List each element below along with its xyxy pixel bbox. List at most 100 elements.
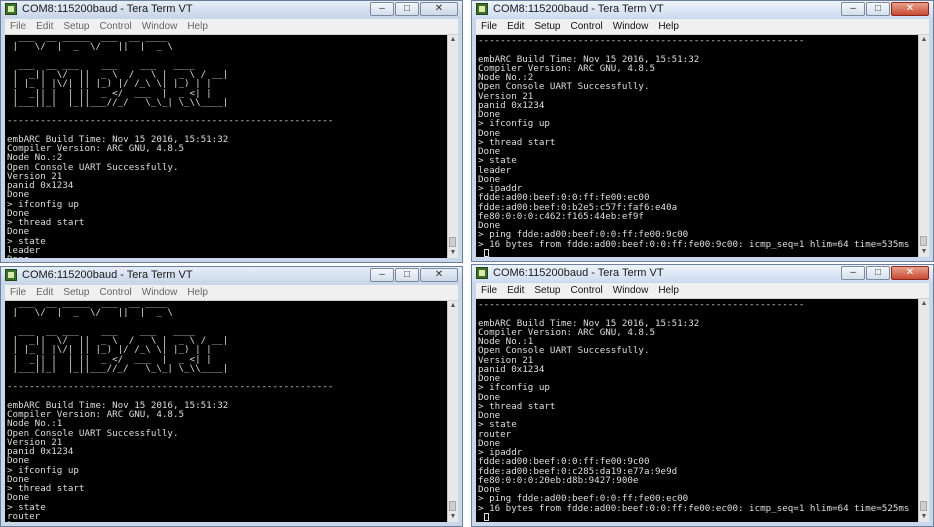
vertical-scrollbar[interactable]: ▲ ▼ (918, 35, 929, 257)
window-title: COM8:115200baud - Tera Term VT (493, 3, 664, 15)
window-titlebar[interactable]: COM8:115200baud - Tera Term VT – □ ✕ (472, 1, 933, 18)
menu-window[interactable]: Window (608, 283, 654, 298)
menu-file[interactable]: File (476, 283, 502, 298)
terminal-window-com8-right[interactable]: COM8:115200baud - Tera Term VT – □ ✕ Fil… (471, 0, 934, 262)
terminal-line: | \/ | _ \/ || | _ \ (7, 41, 173, 53)
maximize-icon[interactable]: □ (395, 268, 419, 282)
close-icon[interactable]: ✕ (420, 268, 458, 282)
terminal-line: router (7, 510, 41, 522)
menu-file[interactable]: File (5, 19, 31, 34)
scroll-down-icon[interactable]: ▼ (919, 247, 929, 257)
terminal-line: panid 0x1234 (478, 363, 545, 375)
menu-window[interactable]: Window (608, 19, 654, 34)
menu-help[interactable]: Help (653, 283, 684, 298)
terminal-line: Version 21 (7, 170, 63, 182)
terminal-line: > thread start (7, 217, 85, 228)
scroll-up-icon[interactable]: ▲ (448, 35, 458, 45)
window-controls: – □ ✕ (369, 2, 458, 17)
terminal-window-com8-left[interactable]: COM8:115200baud - Tera Term VT – □ ✕ Fil… (0, 0, 463, 263)
terminal-line: ----------------------------------------… (478, 299, 805, 310)
menu-edit[interactable]: Edit (502, 283, 529, 298)
terminal-line: > 16 bytes from fdde:ad00:beef:0:0:ff:fe… (478, 502, 910, 514)
close-icon[interactable]: ✕ (420, 2, 458, 16)
terminal-line: > state (7, 501, 46, 513)
scroll-thumb[interactable] (920, 501, 927, 511)
maximize-icon[interactable]: □ (866, 266, 890, 280)
window-title: COM6:115200baud - Tera Term VT (493, 267, 664, 279)
terminal-line: panid 0x1234 (478, 99, 545, 111)
terminal-screen[interactable]: ----------------------------------------… (476, 35, 919, 257)
terminal-line: Open Console UART Successfully. (7, 161, 179, 173)
terminal-line (478, 512, 919, 522)
terminal-line: Compiler Version: ARC GNU, 4.8.5 (7, 409, 185, 420)
menu-control[interactable]: Control (566, 283, 608, 298)
maximize-icon[interactable]: □ (866, 2, 890, 16)
menu-file[interactable]: File (476, 19, 502, 34)
terminal-window-com6-left[interactable]: COM6:115200baud - Tera Term VT – □ ✕ Fil… (0, 266, 463, 527)
menu-setup[interactable]: Setup (58, 285, 94, 300)
terminal-line (478, 248, 919, 257)
scroll-thumb[interactable] (449, 501, 456, 511)
teraterm-app-icon (476, 267, 488, 279)
scroll-down-icon[interactable]: ▼ (919, 512, 929, 522)
menu-help[interactable]: Help (653, 19, 684, 34)
minimize-icon[interactable]: – (370, 268, 394, 282)
terminal-output: ----------------------------------------… (476, 36, 919, 257)
scroll-down-icon[interactable]: ▼ (448, 248, 458, 258)
minimize-icon[interactable]: – (841, 266, 865, 280)
terminal-line: | \/ | _ \/ || | _ \ (7, 307, 173, 319)
window-titlebar[interactable]: COM8:115200baud - Tera Term VT – □ ✕ (1, 1, 462, 18)
menu-setup[interactable]: Setup (58, 19, 94, 34)
vertical-scrollbar[interactable]: ▲ ▼ (447, 35, 458, 258)
menu-control[interactable]: Control (95, 19, 137, 34)
terminal-line: > ifconfig up (478, 118, 550, 130)
terminal-line: Done (478, 173, 501, 185)
teraterm-app-icon (5, 3, 17, 15)
window-controls: – □ ✕ (369, 268, 458, 283)
window-titlebar[interactable]: COM6:115200baud - Tera Term VT – □ ✕ (472, 265, 933, 282)
terminal-line: fe80:0:0:0:c462:f165:44eb:ef9f (478, 210, 644, 222)
menu-edit[interactable]: Edit (31, 19, 58, 34)
terminal-line: Done (478, 437, 501, 449)
menu-edit[interactable]: Edit (502, 19, 529, 34)
menu-edit[interactable]: Edit (31, 285, 58, 300)
menu-setup[interactable]: Setup (529, 283, 565, 298)
menu-bar: File Edit Setup Control Window Help (5, 285, 458, 301)
terminal-line: |___||_| |_||___//_/ \_\_| \_\\____| (7, 362, 229, 374)
terminal-line: Open Console UART Successfully. (478, 81, 650, 93)
vertical-scrollbar[interactable]: ▲ ▼ (447, 301, 458, 522)
terminal-line: ----------------------------------------… (7, 381, 334, 393)
scroll-thumb[interactable] (449, 237, 456, 247)
terminal-output: ___ __ _____ ___ __ ____ | \/ | _ \/ || … (5, 35, 448, 258)
maximize-icon[interactable]: □ (395, 2, 419, 16)
text-cursor-icon (483, 512, 489, 521)
scroll-down-icon[interactable]: ▼ (448, 512, 458, 522)
menu-control[interactable]: Control (95, 285, 137, 300)
menu-help[interactable]: Help (182, 285, 213, 300)
menu-help[interactable]: Help (182, 19, 213, 34)
vertical-scrollbar[interactable]: ▲ ▼ (918, 299, 929, 522)
terminal-screen[interactable]: ___ __ _____ ___ __ ____ | \/ | _ \/ || … (5, 301, 448, 522)
window-titlebar[interactable]: COM6:115200baud - Tera Term VT – □ ✕ (1, 267, 462, 284)
scroll-up-icon[interactable]: ▲ (448, 301, 458, 311)
terminal-line: > thread start (478, 400, 556, 412)
scroll-up-icon[interactable]: ▲ (919, 299, 929, 309)
scroll-thumb[interactable] (920, 236, 927, 246)
menu-window[interactable]: Window (137, 285, 183, 300)
menu-bar: File Edit Setup Control Window Help (476, 283, 929, 299)
menu-window[interactable]: Window (137, 19, 183, 34)
scroll-up-icon[interactable]: ▲ (919, 35, 929, 45)
terminal-screen[interactable]: ___ __ _____ ___ __ ____ | \/ | _ \/ || … (5, 35, 448, 258)
close-icon[interactable]: ✕ (891, 2, 929, 16)
minimize-icon[interactable]: – (841, 2, 865, 16)
minimize-icon[interactable]: – (370, 2, 394, 16)
menu-setup[interactable]: Setup (529, 19, 565, 34)
close-icon[interactable]: ✕ (891, 266, 929, 280)
menu-control[interactable]: Control (566, 19, 608, 34)
terminal-window-com6-right[interactable]: COM6:115200baud - Tera Term VT – □ ✕ Fil… (471, 264, 934, 527)
teraterm-app-icon (476, 3, 488, 15)
terminal-screen[interactable]: ----------------------------------------… (476, 299, 919, 522)
menu-file[interactable]: File (5, 285, 31, 300)
terminal-line: |___||_| |_||___//_/ \_\_| \_\\____| (7, 96, 229, 108)
terminal-line: panid 0x1234 (7, 180, 74, 191)
